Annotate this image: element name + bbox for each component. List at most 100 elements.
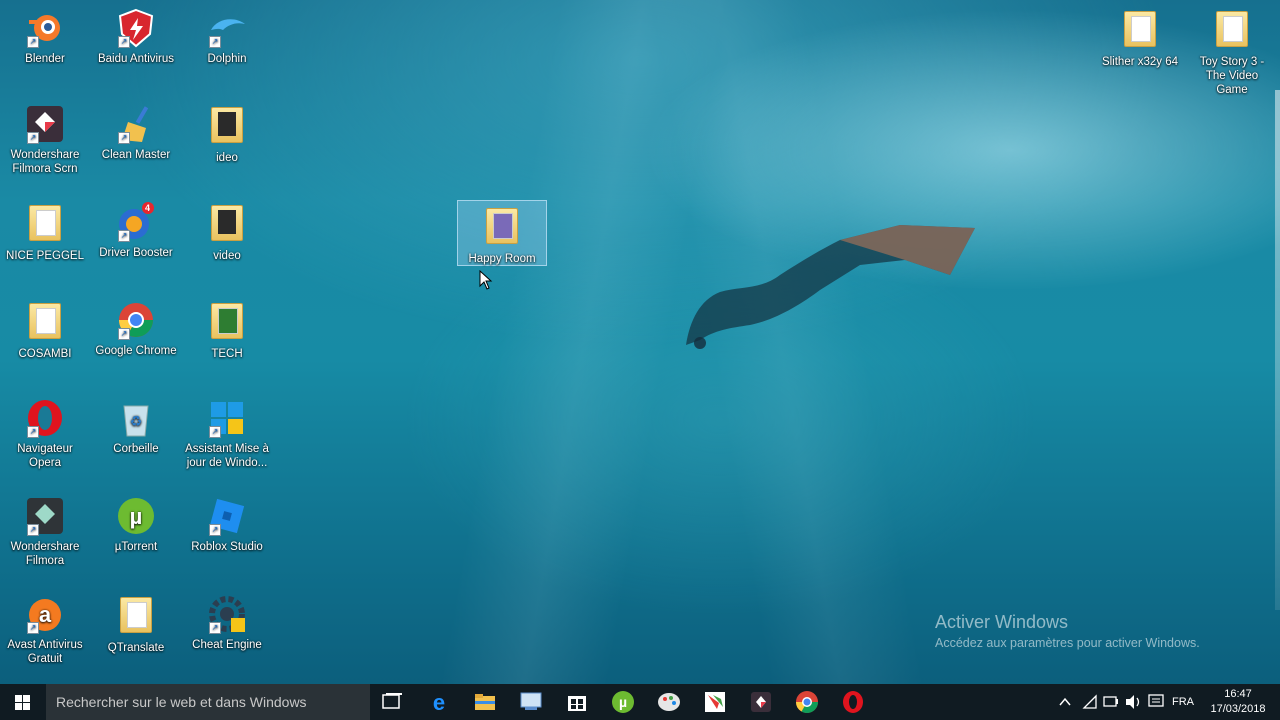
icon-label: Wondershare Filmora bbox=[10, 541, 80, 567]
desktop-icon-toy-story[interactable]: Toy Story 3 - The Video Game bbox=[1187, 8, 1277, 97]
svg-text:♻: ♻ bbox=[130, 414, 143, 430]
icon-label: Dolphin bbox=[207, 53, 247, 65]
notification-badge: 4 bbox=[145, 203, 151, 213]
desktop-icon-opera[interactable]: ↗ Navigateur Opera bbox=[1, 398, 89, 470]
desktop-icon-ideo[interactable]: ideo bbox=[183, 104, 271, 165]
svg-text:µ: µ bbox=[619, 694, 627, 710]
desktop-icon-corbeille[interactable]: ♻ Corbeille bbox=[92, 398, 180, 456]
icon-label: Baidu Antivirus bbox=[97, 53, 175, 65]
wifi-icon[interactable] bbox=[1080, 684, 1100, 720]
broom-icon: ↗ bbox=[116, 104, 156, 144]
task-view-icon[interactable] bbox=[372, 687, 412, 717]
folder-icon bbox=[25, 303, 65, 343]
power-icon[interactable] bbox=[1101, 684, 1121, 720]
icon-label: Corbeille bbox=[113, 443, 159, 455]
driver-booster-icon: 4 ↗ bbox=[116, 202, 156, 242]
clock[interactable]: 16:47 17/03/2018 bbox=[1206, 687, 1270, 717]
icon-label: Clean Master bbox=[101, 149, 171, 161]
svg-text:µ: µ bbox=[130, 504, 143, 529]
shield-icon: ↗ bbox=[116, 8, 156, 48]
desktop-icon-avast[interactable]: a ↗ Avast Antivirus Gratuit bbox=[1, 594, 89, 666]
clock-date: 17/03/2018 bbox=[1210, 703, 1266, 715]
edge-icon[interactable]: e bbox=[419, 687, 459, 717]
watermark-title: Activer Windows bbox=[935, 612, 1069, 632]
icon-label: Blender bbox=[25, 53, 65, 65]
icon-label: Wondershare Filmora Scrn bbox=[10, 149, 80, 175]
desktop-icon-cheat-engine[interactable]: ↗ Cheat Engine bbox=[183, 594, 271, 652]
desktop-icon-qtranslate[interactable]: QTranslate bbox=[92, 594, 180, 655]
paint-icon[interactable] bbox=[649, 687, 689, 717]
icon-label: ideo bbox=[216, 152, 238, 164]
desktop-icon-google-chrome[interactable]: ↗ Google Chrome bbox=[92, 300, 180, 358]
filmora-scrn-icon: ↗ bbox=[25, 104, 65, 144]
desktop-icon-filmora[interactable]: ↗ Wondershare Filmora bbox=[1, 496, 89, 568]
desktop-icon-happy-room[interactable]: Happy Room bbox=[457, 200, 547, 266]
network-app-icon[interactable] bbox=[511, 687, 551, 717]
blender-icon: ↗ bbox=[25, 8, 65, 48]
desktop-icon-utorrent[interactable]: µ µTorrent bbox=[92, 496, 180, 554]
icon-label: QTranslate bbox=[107, 642, 165, 654]
folder-icon bbox=[207, 205, 247, 245]
icon-label: NICE PEGGEL bbox=[6, 250, 84, 262]
icon-label: video bbox=[213, 250, 241, 262]
store-icon[interactable] bbox=[557, 687, 597, 717]
watermark-subtitle: Accédez aux paramètres pour activer Wind… bbox=[935, 636, 1200, 650]
dolphin-icon: ↗ bbox=[207, 8, 247, 48]
icon-label: Assistant Mise à jour de Windo... bbox=[185, 443, 269, 469]
file-explorer-icon[interactable] bbox=[465, 687, 505, 717]
notification-center-icon[interactable] bbox=[1146, 684, 1166, 720]
icon-label: Slither x32y 64 bbox=[1101, 56, 1179, 68]
desktop-icon-dolphin[interactable]: ↗ Dolphin bbox=[183, 8, 271, 66]
desktop-icon-slither[interactable]: Slither x32y 64 bbox=[1096, 8, 1184, 69]
desktop-icon-video[interactable]: video bbox=[183, 202, 271, 263]
language-indicator[interactable]: FRA bbox=[1172, 684, 1194, 720]
icon-label: Happy Room bbox=[468, 253, 536, 265]
icon-label: COSAMBI bbox=[18, 348, 72, 360]
taskbar: Rechercher sur le web et dans Windows e … bbox=[0, 684, 1280, 720]
desktop-icon-blender[interactable]: ↗ Blender bbox=[1, 8, 89, 66]
cursor-app-icon[interactable] bbox=[695, 687, 735, 717]
folder-icon bbox=[207, 303, 247, 343]
windows-icon: ↗ bbox=[207, 398, 247, 438]
mouse-cursor-icon bbox=[479, 270, 493, 290]
icon-label: TECH bbox=[211, 348, 243, 360]
desktop-icon-filmora-scrn[interactable]: ↗ Wondershare Filmora Scrn bbox=[1, 104, 89, 176]
folder-icon bbox=[25, 205, 65, 245]
clock-time: 16:47 bbox=[1224, 688, 1252, 700]
desktop-icon-roblox-studio[interactable]: ↗ Roblox Studio bbox=[183, 496, 271, 554]
icon-label: Avast Antivirus Gratuit bbox=[7, 639, 83, 665]
icon-label: Google Chrome bbox=[95, 345, 177, 357]
chrome-taskbar-icon[interactable] bbox=[787, 687, 827, 717]
chevron-up-icon[interactable] bbox=[1056, 684, 1074, 720]
cheat-engine-icon: ↗ bbox=[207, 594, 247, 634]
icon-label: Toy Story 3 - The Video Game bbox=[1199, 56, 1265, 96]
desktop-icon-clean-master[interactable]: ↗ Clean Master bbox=[92, 104, 180, 162]
folder-icon bbox=[116, 597, 156, 637]
taskbar-search-box[interactable]: Rechercher sur le web et dans Windows bbox=[46, 684, 370, 720]
windows-logo-icon bbox=[15, 695, 30, 710]
desktop-icon-windows-update-assistant[interactable]: ↗ Assistant Mise à jour de Windo... bbox=[183, 398, 271, 470]
desktop-icon-nice-peggel[interactable]: NICE PEGGEL bbox=[1, 202, 89, 263]
folder-icon bbox=[482, 208, 522, 248]
icon-label: Driver Booster bbox=[99, 247, 173, 259]
utorrent-taskbar-icon[interactable]: µ bbox=[603, 687, 643, 717]
opera-icon: ↗ bbox=[25, 398, 65, 438]
avast-icon: a ↗ bbox=[25, 594, 65, 634]
folder-icon bbox=[1120, 11, 1160, 51]
desktop-icon-baidu-antivirus[interactable]: ↗ Baidu Antivirus bbox=[92, 8, 180, 66]
recycle-bin-icon: ♻ bbox=[116, 398, 156, 438]
desktop-icon-driver-booster[interactable]: 4 ↗ Driver Booster bbox=[92, 202, 180, 260]
utorrent-icon: µ bbox=[116, 496, 156, 536]
opera-taskbar-icon[interactable] bbox=[833, 687, 873, 717]
svg-text:e: e bbox=[433, 690, 445, 715]
desktop-icon-cosambi[interactable]: COSAMBI bbox=[1, 300, 89, 361]
folder-icon bbox=[1212, 11, 1252, 51]
chrome-icon: ↗ bbox=[116, 300, 156, 340]
filmora-taskbar-icon[interactable] bbox=[741, 687, 781, 717]
icon-label: µTorrent bbox=[114, 541, 158, 553]
desktop-icon-tech[interactable]: TECH bbox=[183, 300, 271, 361]
start-button[interactable] bbox=[0, 684, 46, 720]
icon-label: Navigateur Opera bbox=[17, 443, 73, 469]
filmora-icon: ↗ bbox=[25, 496, 65, 536]
volume-icon[interactable] bbox=[1123, 684, 1143, 720]
